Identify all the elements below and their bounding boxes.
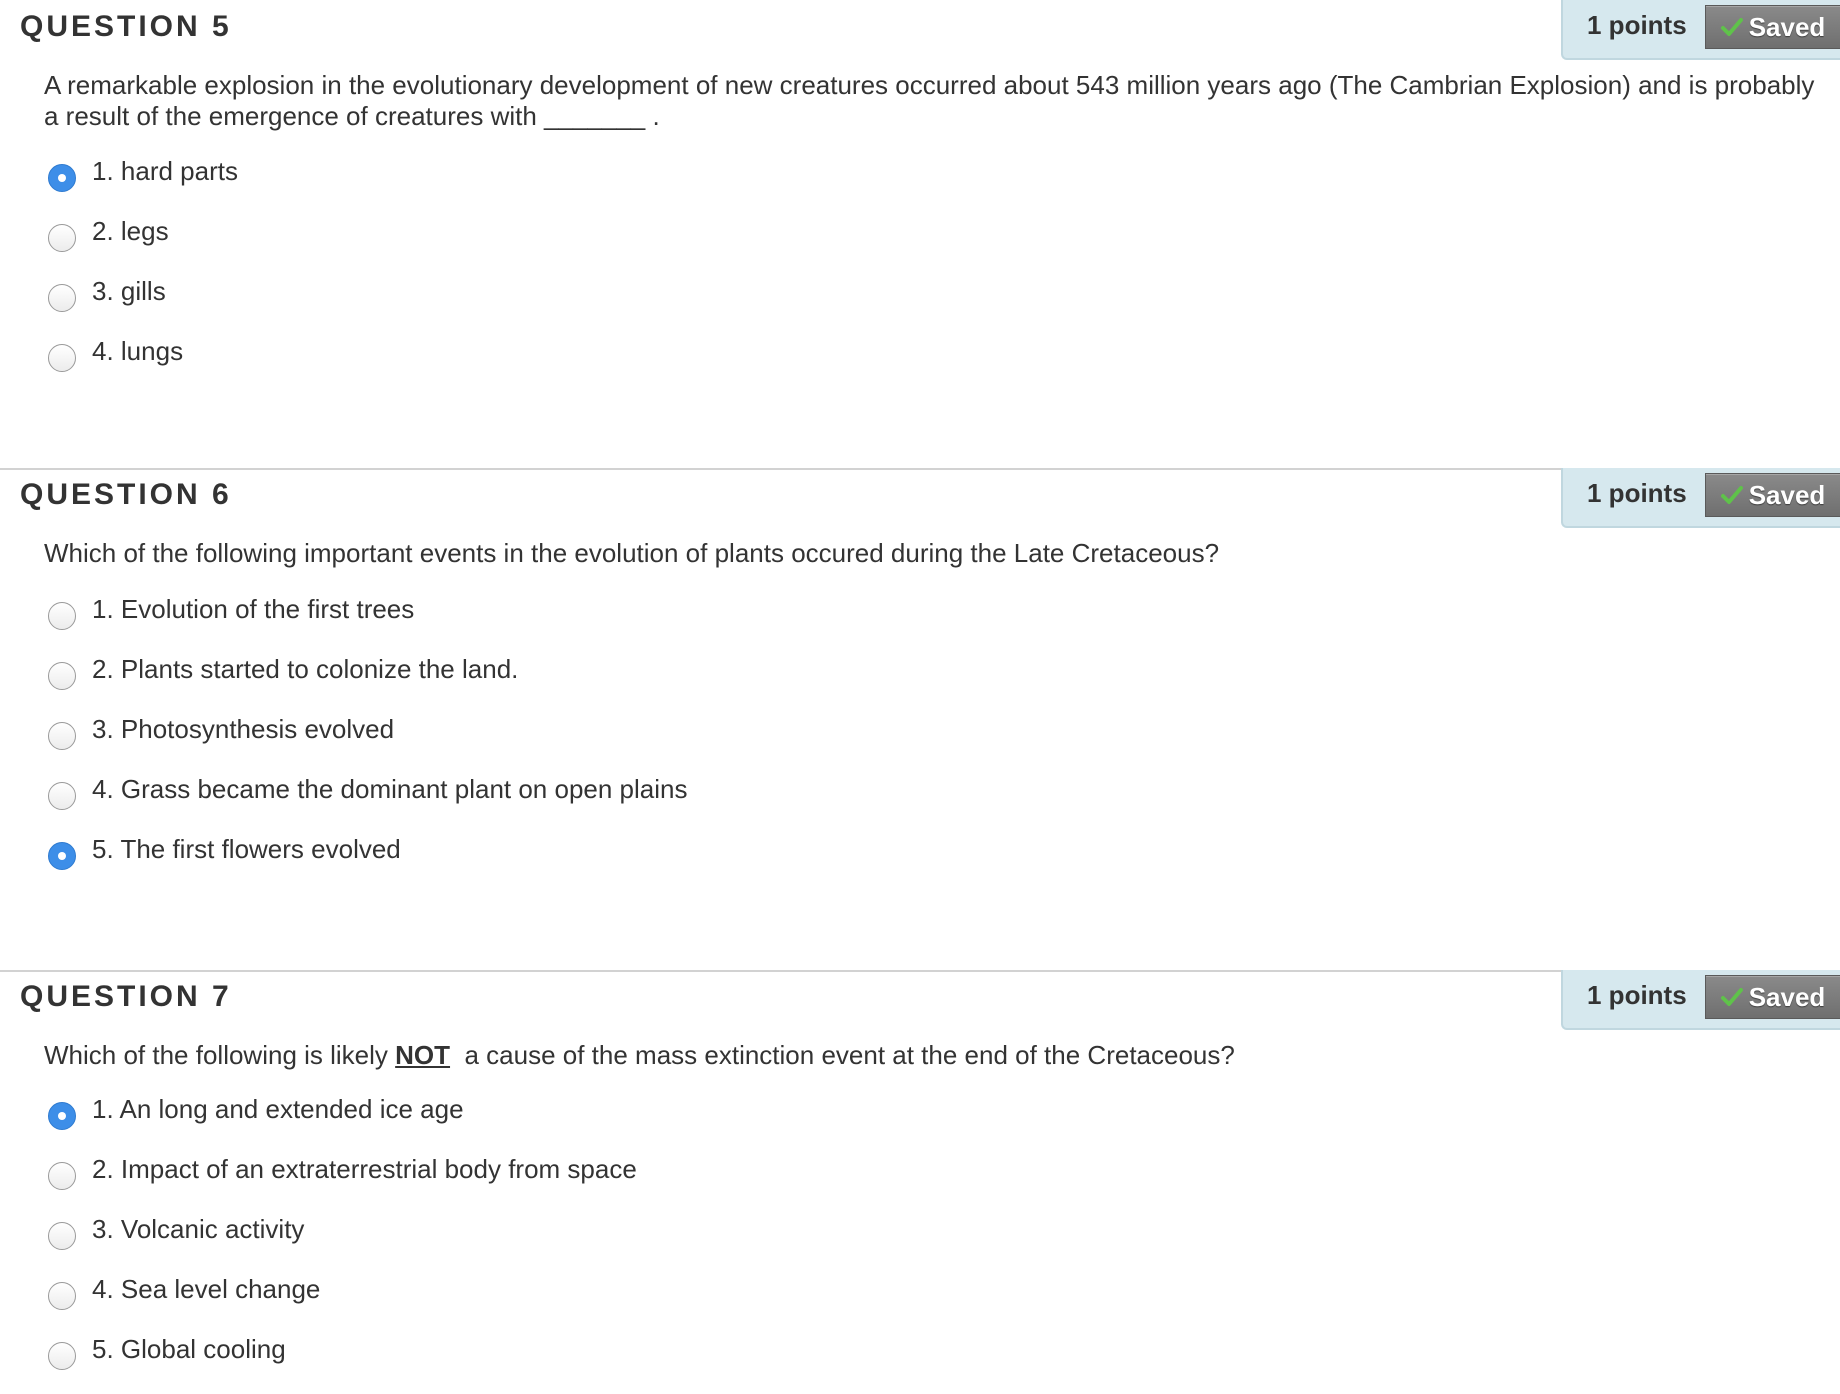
radio-button[interactable]: [48, 284, 76, 312]
answer-label: 2. Plants started to colonize the land.: [92, 654, 519, 684]
question-title: QUESTION 7: [20, 980, 232, 1013]
answer-option-4[interactable]: 4. lungs: [48, 336, 238, 396]
question-text: Which of the following is likely NOT a c…: [44, 1040, 1834, 1071]
checkmark-icon: [1720, 486, 1743, 504]
answer-option-5[interactable]: 5. Global cooling: [48, 1334, 637, 1394]
question-title: QUESTION 6: [20, 478, 232, 511]
answer-option-4[interactable]: 4. Sea level change: [48, 1274, 637, 1334]
saved-button[interactable]: Saved: [1705, 5, 1840, 49]
question-text-start: Which of the following is likely: [44, 1040, 396, 1070]
answer-option-2[interactable]: 2. Impact of an extraterrestrial body fr…: [48, 1154, 637, 1214]
answer-label: 5. The first flowers evolved: [92, 834, 401, 864]
saved-button[interactable]: Saved: [1705, 473, 1840, 517]
saved-button[interactable]: Saved: [1705, 975, 1840, 1019]
checkmark-icon: [1720, 18, 1743, 36]
points-panel: 1 points Saved: [1561, 468, 1840, 528]
radio-button[interactable]: [48, 1222, 76, 1250]
saved-label: Saved: [1748, 480, 1826, 510]
question-6: QUESTION 6 1 points Saved Which of the f…: [0, 468, 1840, 970]
points-panel: 1 points Saved: [1561, 970, 1840, 1030]
answer-option-1[interactable]: 1. Evolution of the first trees: [48, 594, 688, 654]
answer-label: 5. Global cooling: [92, 1334, 286, 1364]
question-text-end: a cause of the mass extinction event at …: [450, 1040, 1235, 1070]
answer-option-3[interactable]: 3. gills: [48, 276, 238, 336]
points-label: 1 points: [1587, 478, 1687, 508]
answer-label: 1. An long and extended ice age: [92, 1094, 464, 1124]
question-emphasis: NOT: [395, 1040, 451, 1070]
answer-label: 4. lungs: [92, 336, 184, 366]
answer-option-5[interactable]: 5. The first flowers evolved: [48, 834, 688, 894]
radio-button[interactable]: [48, 1282, 76, 1310]
answer-option-3[interactable]: 3. Photosynthesis evolved: [48, 714, 688, 774]
answer-option-2[interactable]: 2. Plants started to colonize the land.: [48, 654, 688, 714]
question-5: QUESTION 5 1 points Saved A remarkable e…: [0, 0, 1840, 468]
saved-label: Saved: [1748, 12, 1826, 42]
radio-button[interactable]: [48, 602, 76, 630]
question-text: A remarkable explosion in the evolutiona…: [44, 70, 1815, 131]
answer-label: 2. legs: [92, 216, 169, 246]
radio-button[interactable]: [48, 1162, 76, 1190]
radio-button-selected[interactable]: [48, 842, 76, 870]
answer-label: 2. Impact of an extraterrestrial body fr…: [92, 1154, 637, 1184]
saved-label: Saved: [1748, 982, 1826, 1012]
answer-label: 3. gills: [92, 276, 166, 306]
answer-label: 4. Grass became the dominant plant on op…: [92, 774, 688, 804]
question-title: QUESTION 5: [20, 10, 232, 43]
answer-options: 1. An long and extended ice age 2. Impac…: [48, 1094, 637, 1394]
answer-option-4[interactable]: 4. Grass became the dominant plant on op…: [48, 774, 688, 834]
answer-label: 1. Evolution of the first trees: [92, 594, 415, 624]
answer-options: 1. Evolution of the first trees 2. Plant…: [48, 594, 688, 894]
radio-button[interactable]: [48, 1342, 76, 1370]
radio-button[interactable]: [48, 344, 76, 372]
answer-option-3[interactable]: 3. Volcanic activity: [48, 1214, 637, 1274]
radio-button-selected[interactable]: [48, 164, 76, 192]
answer-option-2[interactable]: 2. legs: [48, 216, 238, 276]
answer-option-1[interactable]: 1. An long and extended ice age: [48, 1094, 637, 1154]
radio-button[interactable]: [48, 224, 76, 252]
points-panel: 1 points Saved: [1561, 0, 1840, 60]
answer-option-1[interactable]: 1. hard parts: [48, 156, 238, 216]
question-text: Which of the following important events …: [44, 538, 1220, 568]
radio-button[interactable]: [48, 782, 76, 810]
radio-button[interactable]: [48, 722, 76, 750]
answer-label: 3. Photosynthesis evolved: [92, 714, 395, 744]
answer-label: 4. Sea level change: [92, 1274, 321, 1304]
checkmark-icon: [1720, 988, 1743, 1006]
radio-button[interactable]: [48, 662, 76, 690]
answer-options: 1. hard parts 2. legs 3. gills 4. lungs: [48, 156, 238, 396]
question-7: QUESTION 7 1 points Saved Which of the f…: [0, 970, 1840, 1388]
answer-label: 3. Volcanic activity: [92, 1214, 305, 1244]
answer-label: 1. hard parts: [92, 156, 238, 186]
radio-button-selected[interactable]: [48, 1102, 76, 1130]
points-label: 1 points: [1587, 10, 1687, 40]
points-label: 1 points: [1587, 980, 1687, 1010]
